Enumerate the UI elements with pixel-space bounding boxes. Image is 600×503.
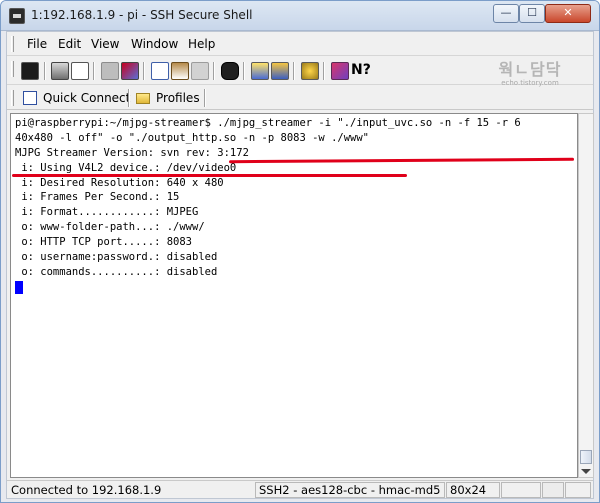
menu-grip-handle[interactable] [11, 36, 14, 52]
copy-icon[interactable] [151, 62, 169, 80]
toolbar: N? 웍ㄴ담닥 echo.tistory.com [7, 57, 593, 87]
terminal-line: o: www-folder-path...: ./www/ [15, 221, 205, 234]
scroll-down-arrow-icon[interactable] [581, 469, 591, 474]
terminal-line: pi@raspberrypi:~/mjpg-streamer$ ./mjpg_s… [15, 117, 521, 129]
sftp-icon[interactable] [271, 62, 289, 80]
paste-icon[interactable] [171, 62, 189, 80]
quickbar-grip-handle[interactable] [11, 90, 14, 106]
client-area: File Edit View Window Help N? 웍ㄴ담닥 echo.… [6, 31, 594, 499]
menu-bar: File Edit View Window Help [7, 32, 593, 56]
menu-view[interactable]: View [91, 37, 119, 51]
lock-status-icon [542, 482, 564, 498]
toolbar-separator [93, 62, 95, 80]
quickbar-separator [128, 89, 130, 107]
close-button[interactable]: ✕ [545, 4, 591, 23]
terminal-line: 40x480 -l off" -o "./output_http.so -n -… [15, 131, 370, 144]
help-icon[interactable]: N? [351, 62, 371, 80]
toolbar-separator [323, 62, 325, 80]
text-cursor [15, 280, 23, 294]
paste-disabled-icon[interactable] [191, 62, 209, 80]
status-blank-cell [501, 482, 541, 498]
disconnect-icon[interactable] [101, 62, 119, 80]
cipher-status: SSH2 - aes128-cbc - hmac-md5 - [255, 482, 445, 498]
save-icon[interactable] [21, 62, 39, 80]
quick-connect-label: Quick Connect [43, 91, 131, 105]
quick-connect-button[interactable]: Quick Connect [23, 89, 130, 107]
site-logo: 웍ㄴ담닥 echo.tistory.com [484, 61, 576, 89]
menu-window[interactable]: Window [131, 37, 178, 51]
print-preview-icon[interactable] [71, 62, 89, 80]
red-underline-annotation [12, 174, 407, 177]
profile-icon[interactable] [301, 62, 319, 80]
toolbar-separator [243, 62, 245, 80]
ssh-client-window: 1:192.168.1.9 - pi - SSH Secure Shell — … [0, 0, 600, 503]
toolbar-separator [213, 62, 215, 80]
title-bar[interactable]: 1:192.168.1.9 - pi - SSH Secure Shell — … [1, 1, 599, 31]
menu-file[interactable]: File [27, 37, 47, 51]
toolbar-grip-handle[interactable] [11, 61, 14, 77]
terminal-line: o: commands..........: disabled [15, 265, 218, 278]
connect-icon[interactable] [121, 62, 139, 80]
vertical-scrollbar[interactable] [578, 113, 594, 478]
terminal-line: o: HTTP TCP port.....: 8083 [15, 236, 193, 249]
terminal-size-status: 80x24 [446, 482, 500, 498]
terminal-line: i: Format............: MJPEG [15, 206, 199, 219]
key-icon[interactable] [331, 62, 349, 80]
resize-grip-icon[interactable] [565, 482, 591, 498]
logo-text: 웍ㄴ담닥 [498, 60, 562, 79]
connection-status: Connected to 192.168.1.9 [7, 482, 255, 498]
menu-help[interactable]: Help [188, 37, 215, 51]
quick-connect-icon [23, 91, 37, 105]
terminal-line: o: username:password.: disabled [15, 251, 218, 264]
print-icon[interactable] [51, 62, 69, 80]
profiles-label: Profiles [156, 91, 200, 105]
status-bar: Connected to 192.168.1.9 SSH2 - aes128-c… [7, 480, 593, 498]
quickbar-separator [204, 89, 206, 107]
terminal-line: i: Frames Per Second.: 15 [15, 191, 180, 204]
toolbar-separator [293, 62, 295, 80]
cursor-line [15, 280, 577, 295]
terminal-line: i: Desired Resolution: 640 x 480 [15, 176, 224, 189]
find-icon[interactable] [221, 62, 239, 80]
toolbar-separator [143, 62, 145, 80]
minimize-button[interactable]: — [493, 4, 519, 23]
settings-icon[interactable] [251, 62, 269, 80]
folder-icon [136, 92, 150, 104]
scrollbar-thumb[interactable] [580, 450, 592, 464]
quick-connect-bar: Quick Connect Profiles [7, 86, 593, 110]
terminal-app-icon [9, 8, 25, 24]
maximize-button[interactable]: ☐ [519, 4, 545, 23]
profiles-button[interactable]: Profiles [136, 89, 200, 107]
menu-edit[interactable]: Edit [58, 37, 81, 51]
toolbar-separator [44, 62, 46, 80]
terminal-output[interactable]: pi@raspberrypi:~/mjpg-streamer$ ./mjpg_s… [10, 113, 578, 478]
window-title: 1:192.168.1.9 - pi - SSH Secure Shell [31, 8, 253, 22]
